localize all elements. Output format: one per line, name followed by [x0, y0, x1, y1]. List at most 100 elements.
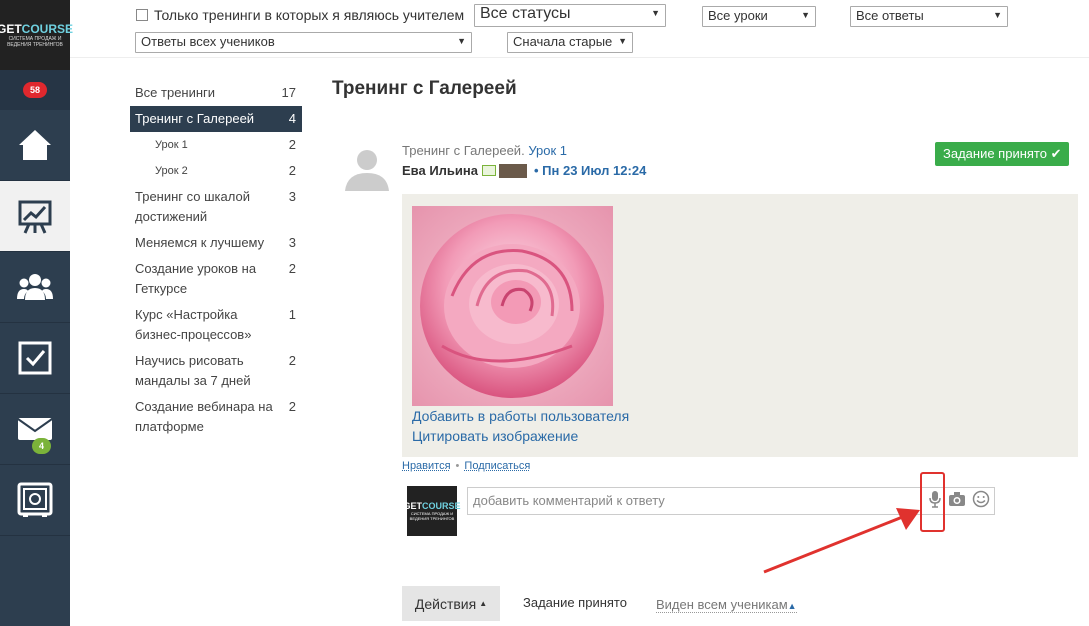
lesson-count: 2 [288, 163, 296, 178]
lessons-select[interactable]: Все уроки ▼ [702, 6, 816, 27]
sort-select[interactable]: Сначала старые ▼ [507, 32, 633, 53]
training-item[interactable]: Тренинг со шкалой достижений 3 [135, 184, 302, 230]
nav-messages[interactable]: 4 [0, 394, 70, 465]
status-select-value: Все статусы [480, 5, 571, 22]
training-label: Создание уроков на Геткурсе [135, 261, 257, 296]
chart-board-icon [18, 200, 52, 234]
app-sidebar: GETCOURSE СИСТЕМА ПРОДАЖ И ВЕДЕНИЯ ТРЕНИ… [0, 0, 74, 626]
teacher-only-filter[interactable]: Только тренинги в которых я являюсь учит… [136, 7, 464, 23]
trainings-list: Все тренинги 17 Тренинг с Галереей 4 Урок … [130, 80, 302, 440]
status-select[interactable]: Все статусы ▼ [474, 4, 666, 27]
training-label: Научись рисовать мандалы за 7 дней [135, 353, 251, 388]
notifications-badge[interactable]: 58 [22, 82, 47, 98]
lesson-item-2[interactable]: Урок 2 2 [135, 158, 302, 184]
rose-image[interactable] [412, 206, 613, 406]
training-label: Курс «Настройка бизнес-процессов» [135, 307, 252, 342]
training-item-gallery[interactable]: Тренинг с Галереей 4 [130, 106, 302, 132]
users-icon [17, 274, 53, 300]
chevron-down-icon: ▼ [801, 10, 810, 20]
home-icon [19, 130, 51, 160]
camera-icon[interactable] [948, 491, 966, 507]
answer-lesson-link[interactable]: Урок 1 [528, 143, 567, 158]
lesson-label: Урок 2 [155, 165, 188, 177]
commenter-avatar: GETCOURSE СИСТЕМА ПРОДАЖ И ВЕДЕНИЯ ТРЕНИ… [403, 486, 461, 536]
nav-safe[interactable] [0, 465, 70, 536]
answer-training: Тренинг с Галереей. [402, 143, 525, 158]
lesson-item-1[interactable]: Урок 1 2 [135, 132, 302, 158]
add-to-works-link[interactable]: Добавить в работы пользователя [412, 408, 629, 424]
filters-bar: Только тренинги в которых я являюсь учит… [70, 0, 1089, 58]
answer-breadcrumb: Тренинг с Галереей. Урок 1 [402, 143, 567, 158]
training-count: 3 [288, 235, 296, 250]
answers-select[interactable]: Все ответы ▼ [850, 6, 1008, 27]
subscribe-link[interactable]: Подписаться [464, 460, 530, 472]
answer-social-links: Нравится • Подписаться [402, 460, 530, 472]
mail-badge: 4 [32, 438, 52, 454]
training-label: Тренинг с Галереей [135, 111, 255, 126]
logo-text: GET [403, 501, 422, 511]
page-title: Тренинг с Галереей [332, 78, 517, 99]
chevron-down-icon: ▼ [651, 8, 660, 18]
answer-datetime[interactable]: • Пн 23 Июл 12:24 [534, 163, 646, 178]
training-count: 1 [288, 307, 296, 322]
training-item[interactable]: Создание уроков на Геткурсе 2 [135, 256, 302, 302]
training-count: 17 [281, 85, 296, 100]
annotation-arrow-icon [763, 508, 920, 574]
training-label: Тренинг со шкалой достижений [135, 189, 250, 224]
teacher-only-label: Только тренинги в которых я являюсь учит… [154, 7, 465, 23]
getcourse-logo[interactable]: GETCOURSE СИСТЕМА ПРОДАЖ И ВЕДЕНИЯ ТРЕНИ… [0, 0, 74, 70]
nav-home[interactable] [0, 110, 70, 181]
lesson-label: Урок 1 [155, 139, 188, 151]
caret-up-icon: ▲ [479, 599, 488, 608]
teacher-only-checkbox[interactable] [136, 9, 148, 21]
training-label: Создание вебинара на платформе [135, 399, 273, 434]
status-badge[interactable]: Задание принято ✔ [935, 142, 1070, 166]
logo-subtitle: СИСТЕМА ПРОДАЖ И ВЕДЕНИЯ ТРЕНИНГОВ [7, 36, 63, 48]
nav-users[interactable] [0, 252, 70, 323]
logo-text: GET [0, 22, 22, 36]
chevron-down-icon: ▼ [993, 10, 1002, 20]
answer-author-row: Ева Ильина • Пн 23 Июл 12:24 [402, 163, 646, 178]
logo-subtitle: СИСТЕМА ПРОДАЖ И ВЕДЕНИЯ ТРЕНИНГОВ [409, 511, 455, 521]
training-count: 2 [288, 353, 296, 368]
visibility-label: Виден всем ученикам [656, 597, 788, 612]
logo-accent-text: COURSE [422, 501, 461, 511]
lessons-select-value: Все уроки [708, 8, 768, 23]
nav-trainings[interactable] [0, 181, 70, 252]
logo-accent-text: COURSE [21, 22, 74, 36]
emoji-icon[interactable] [972, 490, 990, 508]
training-item-all[interactable]: Все тренинги 17 [135, 80, 302, 106]
user-photos-icon [499, 163, 528, 178]
training-item[interactable]: Курс «Настройка бизнес-процессов» 1 [135, 302, 302, 348]
training-item[interactable]: Научись рисовать мандалы за 7 дней 2 [135, 348, 302, 394]
nav-tasks[interactable] [0, 323, 70, 394]
notifications[interactable]: 58 [0, 70, 70, 110]
caret-up-icon: ▲ [787, 601, 797, 611]
answer-gallery: Добавить в работы пользователя Цитироват… [402, 194, 1078, 457]
training-count: 2 [288, 399, 296, 414]
training-item[interactable]: Меняемся к лучшему 3 [135, 230, 302, 256]
students-select[interactable]: Ответы всех учеников ▼ [135, 32, 472, 53]
avatar[interactable] [343, 143, 391, 191]
training-label: Меняемся к лучшему [135, 235, 265, 250]
answers-select-value: Все ответы [856, 8, 924, 23]
like-link[interactable]: Нравится [402, 460, 451, 472]
visibility-toggle[interactable]: Виден всем ученикам▲ [656, 597, 797, 613]
answer-status-text: Задание принято [523, 595, 627, 610]
actions-button[interactable]: Действия ▲ [402, 586, 500, 621]
training-item[interactable]: Создание вебинара на платформе 2 [135, 394, 302, 440]
separator-dot: • [455, 460, 460, 472]
quote-image-link[interactable]: Цитировать изображение [412, 428, 578, 444]
training-count: 2 [288, 261, 296, 276]
training-label: Все тренинги [135, 85, 216, 100]
safe-icon [17, 482, 53, 517]
sort-select-value: Сначала старые [513, 34, 613, 49]
chevron-down-icon: ▼ [457, 36, 466, 46]
students-select-value: Ответы всех учеников [141, 34, 275, 49]
money-icon [482, 165, 497, 176]
training-count: 3 [288, 189, 296, 204]
chevron-down-icon: ▼ [618, 36, 627, 46]
lesson-count: 2 [288, 137, 296, 152]
author-name[interactable]: Ева Ильина [402, 163, 478, 178]
checkbox-icon [18, 341, 52, 375]
